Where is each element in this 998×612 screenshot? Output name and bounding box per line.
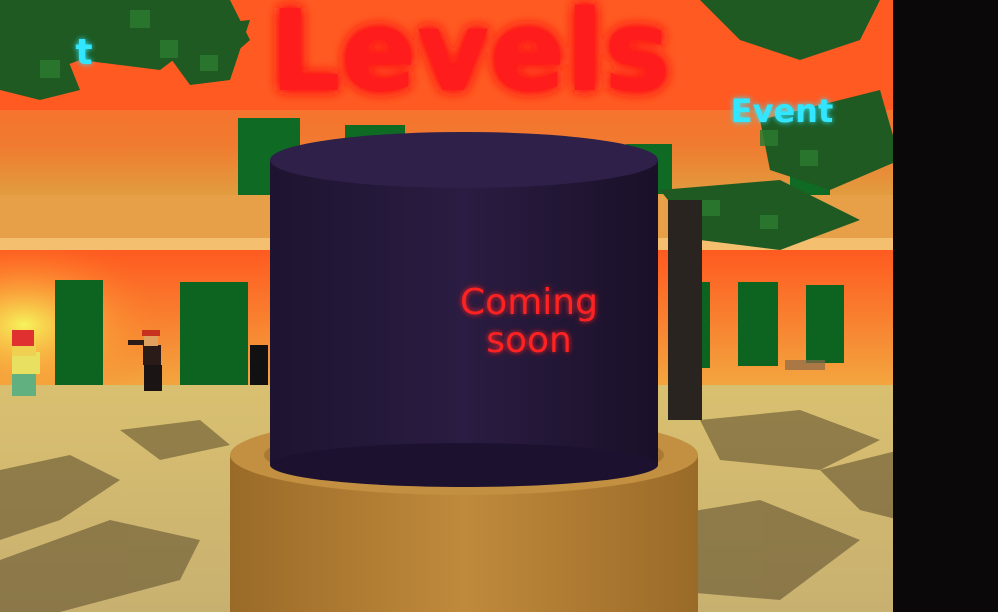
- coming-soon-line2: soon: [486, 320, 572, 361]
- lower-door: [738, 282, 778, 366]
- levels-sign: Levels: [269, 0, 670, 117]
- coming-soon-line1: Coming: [460, 282, 598, 323]
- npc-shadow-figure: [250, 345, 268, 385]
- lower-door: [180, 282, 248, 386]
- lower-door: [55, 280, 103, 388]
- event-sign: Event: [731, 92, 834, 130]
- dropped-item: [785, 360, 825, 370]
- partial-sign: t: [75, 32, 92, 73]
- foreground-dark-wall: [893, 0, 998, 612]
- game-scene: Levels Event t Coming soon: [0, 0, 998, 612]
- palm-trunk: [668, 200, 702, 420]
- lower-door: [806, 285, 844, 363]
- game-viewport[interactable]: Levels Event t Coming soon: [0, 0, 998, 612]
